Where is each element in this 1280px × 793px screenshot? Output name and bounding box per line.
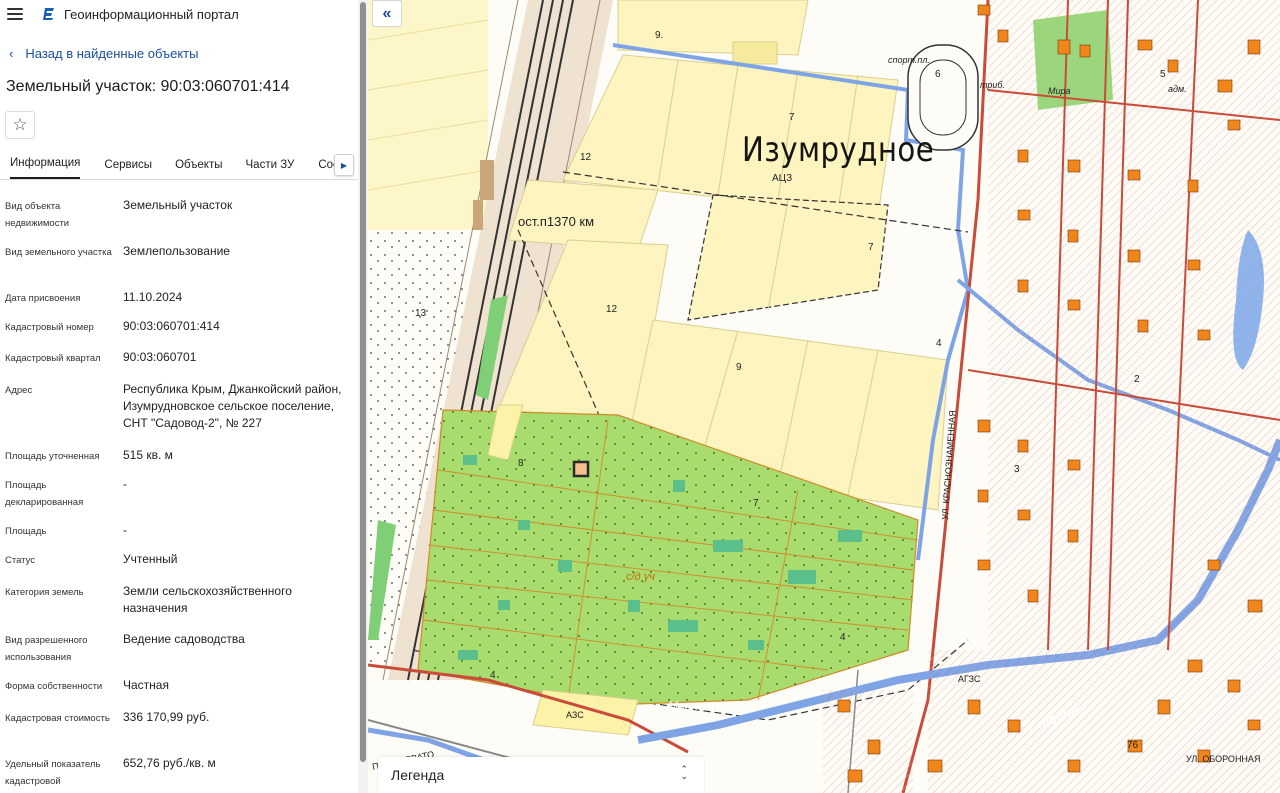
object-title: Земельный участок: 90:03:060701:414 <box>6 78 290 95</box>
attr-value: Земли сельскохозяйственного назначения <box>123 584 292 615</box>
favorite-star-icon[interactable]: ☆ <box>5 111 35 139</box>
tribune-label: триб. <box>980 80 1005 90</box>
menu-icon[interactable] <box>7 8 23 20</box>
field-label: 4 <box>936 338 942 349</box>
app-title: Геоинформационный портал <box>64 6 239 22</box>
attr-value: 90:03:060701 <box>123 350 197 364</box>
back-link-label: Назад в найденные объекты <box>25 46 199 61</box>
settlement-name: Изумрудное <box>742 130 935 170</box>
panel-scrollbar[interactable] <box>358 0 368 793</box>
legend-label: Легенда <box>391 767 445 783</box>
tab-parcel-parts[interactable]: Части ЗУ <box>246 159 295 179</box>
sport-label: спорт.пл. <box>888 55 930 65</box>
attr-value: Частная <box>123 678 169 692</box>
scrollbar-thumb[interactable] <box>360 2 366 762</box>
attr-label: Вид земельного участка <box>5 247 112 258</box>
field-label: 12 <box>580 152 592 163</box>
tab-bar: Информация Сервисы Объекты Части ЗУ Сост… <box>0 150 358 180</box>
tab-information[interactable]: Информация <box>10 157 81 179</box>
field-label: 12 <box>606 304 618 315</box>
field-label: 76 <box>1127 740 1139 751</box>
attr-value: Ведение садоводства <box>123 632 245 646</box>
garden-label: с/д уч <box>626 571 655 583</box>
attr-value: 90:03:060701:414 <box>123 319 220 333</box>
field-label: 9. <box>655 30 663 41</box>
attr-label: Вид объекта недвижимости <box>5 201 70 229</box>
tab-services[interactable]: Сервисы <box>104 159 152 179</box>
street-label: Мира <box>1048 86 1071 96</box>
attr-value: Землепользование <box>123 244 230 258</box>
legend-toggle[interactable]: Легенда ⌃ ⌄ <box>378 757 704 793</box>
attr-label: Площадь уточненная <box>5 451 100 462</box>
attr-label: Адрес <box>5 385 33 396</box>
tab-objects[interactable]: Объекты <box>175 159 222 179</box>
field-label: 7 <box>753 498 759 509</box>
attr-label: Площадь <box>5 526 47 537</box>
top-bar: Геоинформационный портал <box>0 0 358 28</box>
attr-value: - <box>123 523 127 537</box>
field-label: 6 <box>935 69 941 80</box>
attr-value: Учтенный <box>123 552 178 566</box>
attr-value: Республика Крым, Джанкойский район, Изум… <box>123 382 342 430</box>
field-label: 7 <box>789 112 795 123</box>
field-label: 7 <box>868 242 874 253</box>
attr-value: 11.10.2024 <box>123 290 183 304</box>
info-panel: Геоинформационный портал ‹ Назад в найде… <box>0 0 358 793</box>
field-area <box>368 0 488 230</box>
tabs-next-arrow-icon[interactable]: ▶ <box>334 154 354 176</box>
street-label: Мирная <box>668 699 712 713</box>
admin-label: адм. <box>1168 84 1187 94</box>
gas-station-label: АГЗС <box>958 674 981 684</box>
map-canvas[interactable]: ост.п1370 км 12 12 9. 9 7 7 7 13 8 4 4 4… <box>368 0 1280 793</box>
attr-label: Площадь декларированная <box>5 480 84 508</box>
field-label: 3 <box>1014 464 1020 475</box>
portal-logo-icon <box>43 8 54 20</box>
map-view[interactable]: ост.п1370 км 12 12 9. 9 7 7 7 13 8 4 4 4… <box>368 0 1280 793</box>
collapse-panel-button[interactable]: « <box>372 0 402 27</box>
attr-label: Форма собственности <box>5 681 103 692</box>
field-label: 4 <box>490 670 496 681</box>
expand-collapse-icon: ⌃ ⌄ <box>680 764 688 781</box>
attr-label: Категория земель <box>5 587 84 598</box>
attr-label: Кадастровая стоимость <box>5 713 110 724</box>
attr-label: Статус <box>5 555 36 566</box>
field-label: 9 <box>736 362 742 373</box>
attr-value: 336 170,99 руб. <box>123 710 210 724</box>
field-label: 8 <box>518 458 524 469</box>
attr-label: Кадастровый номер <box>5 322 94 333</box>
station-label: ост.п1370 км <box>518 214 594 229</box>
attr-value: - <box>123 477 127 491</box>
back-link[interactable]: ‹ Назад в найденные объекты <box>9 46 198 61</box>
chevron-left-icon: ‹ <box>9 46 14 61</box>
field-label: 13 <box>415 308 427 319</box>
attr-label: Удельный показатель кадастровой <box>5 759 101 787</box>
street-label: УЛ. ОБОРОННАЯ <box>1186 754 1260 764</box>
field-label: 4 <box>840 632 846 643</box>
field-label: 5 <box>1160 69 1166 80</box>
attr-label: Дата присвоения <box>5 293 81 304</box>
field-label: 2 <box>1134 374 1140 385</box>
selected-parcel[interactable] <box>572 460 590 478</box>
attr-value: Земельный участок <box>123 198 233 212</box>
attr-value: 652,76 руб./кв. м <box>123 756 216 770</box>
acz-label: АЦЗ <box>772 173 792 184</box>
attr-value: 515 кв. м <box>123 448 173 462</box>
azs-label: АЗС <box>566 710 584 720</box>
attr-label: Кадастровый квартал <box>5 353 101 364</box>
attr-label: Вид разрешенного использования <box>5 635 88 663</box>
